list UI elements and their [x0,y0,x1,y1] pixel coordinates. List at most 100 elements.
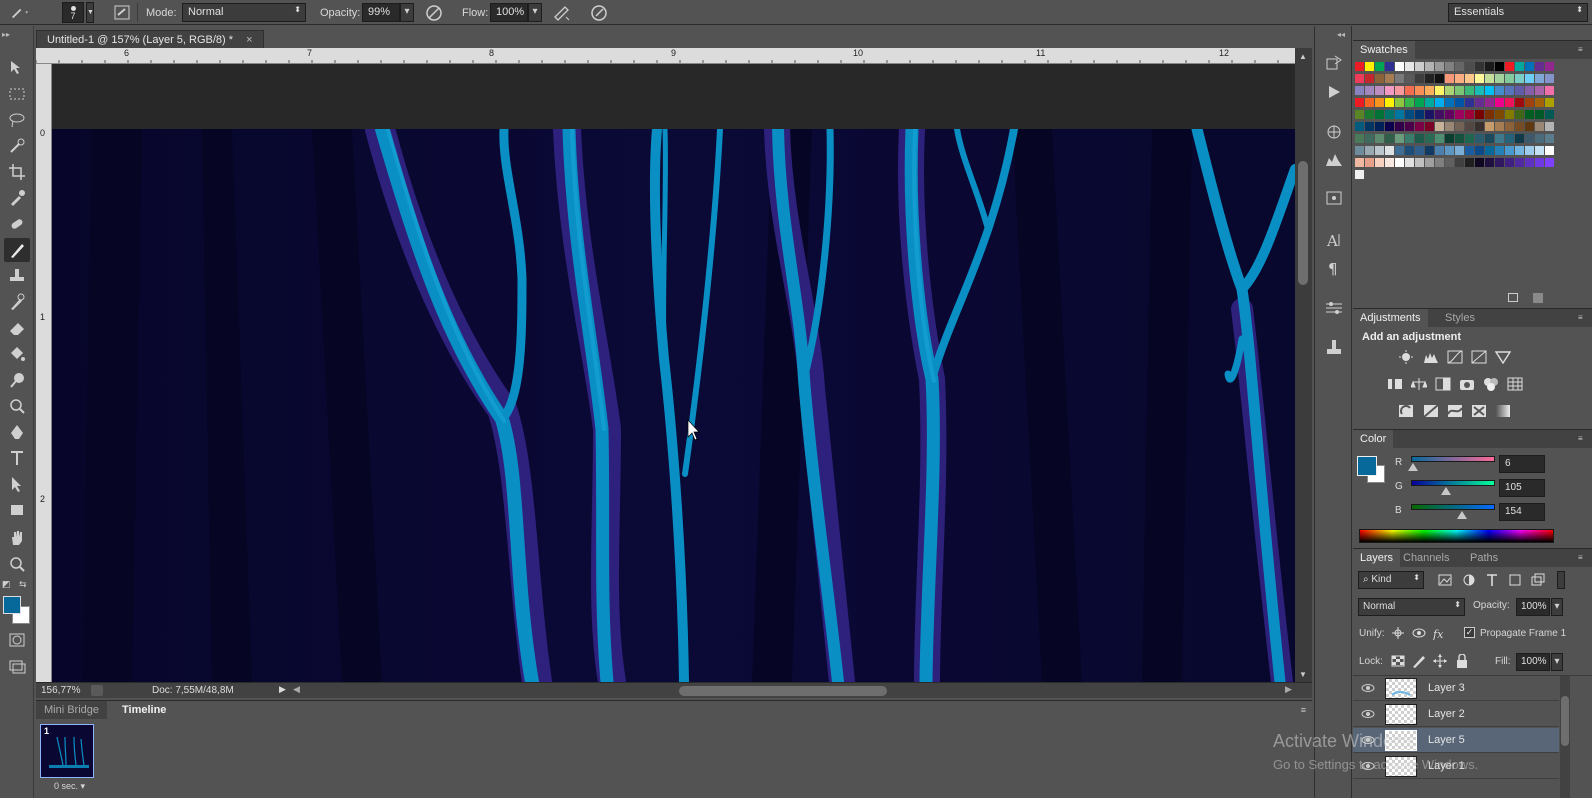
swatch[interactable] [1515,110,1524,119]
layer-filter-kind[interactable]: ⌕ Kind ⬍ [1358,571,1424,589]
history-brush-tool-icon[interactable] [4,290,30,314]
swatch[interactable] [1545,134,1554,143]
swatch[interactable] [1425,134,1434,143]
scroll-down-icon[interactable]: ▼ [1299,670,1307,679]
swatch[interactable] [1435,158,1444,167]
swatch[interactable] [1525,158,1534,167]
zoom-tool-icon[interactable] [4,552,30,576]
swatch[interactable] [1515,134,1524,143]
pressure-size-icon[interactable] [589,3,609,22]
swatch[interactable] [1535,158,1544,167]
swatch[interactable] [1355,86,1364,95]
move-tool-icon[interactable] [4,56,30,80]
vertical-scrollbar[interactable]: ▲ ▼ [1295,48,1312,682]
swatch[interactable] [1355,158,1364,167]
character-panel-icon[interactable]: A [1323,230,1345,250]
swatch[interactable] [1445,86,1454,95]
swatch[interactable] [1375,74,1384,83]
filter-pixel-icon[interactable] [1437,573,1453,587]
swatch[interactable] [1525,74,1534,83]
swatch[interactable] [1395,146,1404,155]
exposure-icon[interactable] [1471,350,1487,364]
swatch[interactable] [1525,146,1534,155]
swatch[interactable] [1485,62,1494,71]
swatch[interactable] [1375,158,1384,167]
lock-transparent-icon[interactable] [1390,654,1406,668]
eraser-tool-icon[interactable] [4,316,30,340]
pen-tool-icon[interactable] [4,420,30,444]
swatch[interactable] [1495,158,1504,167]
hue-saturation-icon[interactable] [1387,377,1403,391]
new-swatch-icon[interactable] [1508,293,1518,302]
clone-stamp-tool-icon[interactable] [4,264,30,288]
swatch[interactable] [1495,86,1504,95]
eyedropper-tool-icon[interactable] [4,186,30,210]
swatch[interactable] [1475,146,1484,155]
swatch[interactable] [1515,146,1524,155]
swatch[interactable] [1535,86,1544,95]
lock-all-icon[interactable] [1454,654,1470,668]
tab-paths[interactable]: Paths [1463,549,1505,568]
swatch[interactable] [1445,122,1454,131]
swatch[interactable] [1455,98,1464,107]
swatch[interactable] [1455,134,1464,143]
unify-position-icon[interactable] [1390,626,1406,640]
panel-menu-icon[interactable]: ≡ [1578,45,1588,54]
swatch[interactable] [1355,98,1364,107]
channel-r-slider[interactable] [1408,463,1419,471]
swatch[interactable] [1475,98,1484,107]
swatch[interactable] [1385,74,1394,83]
swatch[interactable] [1455,158,1464,167]
swatch[interactable] [1545,74,1554,83]
lock-pixels-icon[interactable] [1411,654,1427,668]
swatch[interactable] [1435,146,1444,155]
swatch[interactable] [1395,62,1404,71]
swatch[interactable] [1545,62,1554,71]
invert-icon[interactable] [1398,404,1414,418]
panel-menu-icon[interactable]: ≡ [1578,434,1588,443]
healing-brush-tool-icon[interactable] [4,212,30,236]
histogram-panel-icon[interactable] [1323,150,1345,170]
dodge-tool-icon[interactable] [4,368,30,392]
selective-color-icon[interactable] [1471,404,1487,418]
channel-g-value[interactable]: 105 [1499,479,1545,497]
gradient-map-icon[interactable] [1495,404,1511,418]
swatch[interactable] [1485,122,1494,131]
channel-b-slider[interactable] [1456,511,1467,519]
vertical-scroll-thumb[interactable] [1298,161,1308,285]
swatch[interactable] [1515,122,1524,131]
swatch[interactable] [1375,110,1384,119]
history-panel-icon[interactable] [1323,54,1345,74]
channel-b-value[interactable]: 154 [1499,503,1545,521]
swatch[interactable] [1425,110,1434,119]
swatch[interactable] [1355,74,1364,83]
swatch[interactable] [1425,158,1434,167]
tab-layers[interactable]: Layers [1353,549,1401,568]
layer-opacity-dropdown-icon[interactable]: ▾ [1551,598,1563,616]
swatch[interactable] [1365,158,1374,167]
brush-size-dropdown-icon[interactable]: ▼ [86,2,94,23]
channel-g-bar[interactable] [1411,480,1495,486]
swatch[interactable] [1355,62,1364,71]
swatch[interactable] [1515,98,1524,107]
default-colors-icon[interactable]: ◩ [2,579,11,590]
swatch[interactable] [1525,98,1534,107]
fill-dropdown-icon[interactable]: ▾ [1551,653,1563,671]
swatch[interactable] [1445,98,1454,107]
swatch[interactable] [1475,158,1484,167]
swatch[interactable] [1515,74,1524,83]
swatch[interactable] [1425,62,1434,71]
swatch[interactable] [1365,110,1374,119]
tab-swatches[interactable]: Swatches [1353,41,1415,60]
brush-tool-preset-icon[interactable] [8,3,28,22]
swatch[interactable] [1445,62,1454,71]
type-tool-icon[interactable] [4,446,30,470]
panel-menu-icon[interactable]: ≡ [1301,705,1306,715]
swatch[interactable] [1505,134,1514,143]
filter-toggle[interactable] [1557,571,1565,589]
photo-filter-icon[interactable] [1459,377,1475,391]
color-balance-icon[interactable] [1411,377,1427,391]
swatch[interactable] [1545,98,1554,107]
swatch[interactable] [1535,98,1544,107]
flow-dropdown-icon[interactable]: ▾ [528,3,542,22]
